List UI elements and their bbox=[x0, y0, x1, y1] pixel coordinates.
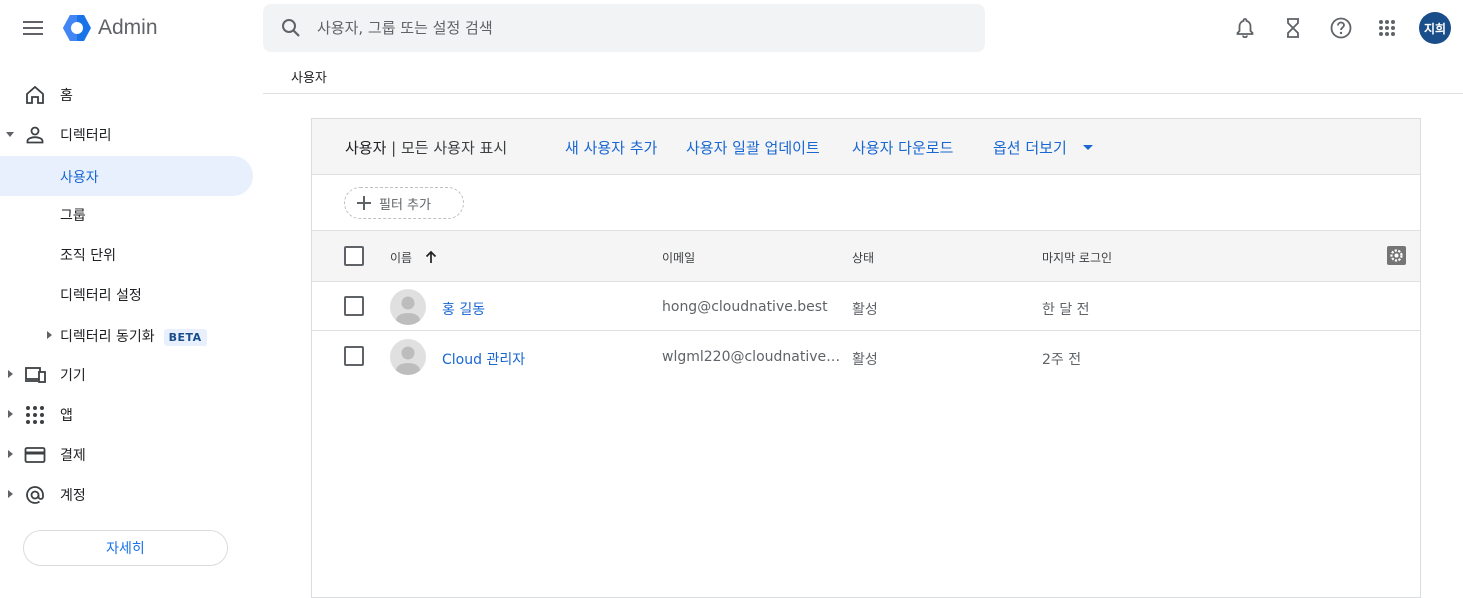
help-icon[interactable] bbox=[1321, 8, 1361, 48]
caret-right-icon[interactable] bbox=[44, 330, 54, 340]
apps-grid-icon[interactable] bbox=[1367, 8, 1407, 48]
sidebar-item-label: 그룹 bbox=[60, 208, 86, 224]
arrow-up-icon[interactable] bbox=[424, 250, 438, 264]
download-users-link[interactable]: 사용자 다운로드 bbox=[852, 137, 953, 158]
sidebar-item-apps[interactable]: 앱 bbox=[0, 394, 253, 434]
sidebar-item-org-units[interactable]: 조직 단위 bbox=[0, 234, 253, 274]
sidebar-item-label: 디렉터리 동기화 BETA bbox=[60, 326, 207, 346]
hourglass-icon[interactable] bbox=[1273, 8, 1313, 48]
user-email: wlgml220@cloudnative.b... bbox=[662, 349, 842, 365]
caret-right-icon[interactable] bbox=[5, 449, 15, 459]
sidebar: 홈 디렉터리 사용자 그룹 조직 단위 디렉터리 설정 디렉터리 동기화 BETA… bbox=[0, 56, 262, 585]
bulk-update-link[interactable]: 사용자 일괄 업데이트 bbox=[686, 137, 820, 158]
users-card: 사용자 | 모든 사용자 표시 새 사용자 추가 사용자 일괄 업데이트 사용자… bbox=[311, 118, 1421, 598]
sidebar-item-label: 계정 bbox=[60, 488, 86, 504]
more-options-link[interactable]: 옵션 더보기 bbox=[993, 137, 1067, 158]
caret-right-icon[interactable] bbox=[5, 489, 15, 499]
avatar bbox=[390, 289, 426, 325]
search-bar[interactable] bbox=[263, 4, 985, 52]
admin-logo[interactable]: Admin bbox=[62, 14, 158, 42]
chevron-down-icon[interactable] bbox=[1082, 141, 1094, 153]
user-last-login: 한 달 전 bbox=[1042, 302, 1090, 318]
apps-icon bbox=[26, 406, 44, 424]
card-subtitle: 모든 사용자 표시 bbox=[401, 139, 508, 157]
gear-icon[interactable] bbox=[1387, 246, 1406, 265]
sidebar-item-label: 기기 bbox=[60, 368, 86, 384]
credit-card-icon bbox=[24, 447, 46, 463]
user-status: 활성 bbox=[852, 302, 878, 318]
card-title: 사용자 | 모든 사용자 표시 bbox=[345, 137, 507, 158]
sidebar-item-label: 조직 단위 bbox=[60, 248, 116, 264]
sidebar-item-directory[interactable]: 디렉터리 bbox=[0, 114, 253, 154]
sidebar-item-groups[interactable]: 그룹 bbox=[0, 194, 253, 234]
table-row[interactable]: Cloud 관리자 wlgml220@cloudnative.b... 활성 2… bbox=[312, 332, 1420, 381]
table-row[interactable]: 홍 길동 hong@cloudnative.best 활성 한 달 전 bbox=[312, 282, 1420, 331]
breadcrumb-current: 사용자 bbox=[291, 71, 327, 86]
top-bar: Admin 지희 bbox=[0, 0, 1463, 56]
row-checkbox[interactable] bbox=[344, 296, 364, 316]
person-icon bbox=[26, 126, 44, 144]
filter-row: 필터 추가 bbox=[312, 175, 1420, 231]
caret-right-icon[interactable] bbox=[5, 369, 15, 379]
column-header-email[interactable]: 이메일 bbox=[662, 249, 695, 266]
sidebar-item-label: 홈 bbox=[60, 88, 73, 104]
user-name-link[interactable]: 홍 길동 bbox=[442, 299, 485, 319]
column-header-last-login[interactable]: 마지막 로그인 bbox=[1042, 249, 1112, 266]
add-user-link[interactable]: 새 사용자 추가 bbox=[565, 137, 657, 158]
devices-icon bbox=[25, 367, 46, 383]
select-all-checkbox[interactable] bbox=[344, 246, 364, 266]
user-email: hong@cloudnative.best bbox=[662, 299, 828, 315]
at-icon bbox=[26, 486, 44, 504]
card-header: 사용자 | 모든 사용자 표시 새 사용자 추가 사용자 일괄 업데이트 사용자… bbox=[312, 119, 1420, 175]
table-header: 이름 이메일 상태 마지막 로그인 bbox=[312, 231, 1420, 282]
column-header-status[interactable]: 상태 bbox=[852, 249, 874, 266]
caret-right-icon[interactable] bbox=[5, 409, 15, 419]
sidebar-item-label: 디렉터리 설정 bbox=[60, 288, 142, 304]
admin-logo-icon bbox=[63, 15, 91, 41]
plus-icon bbox=[357, 196, 371, 210]
search-icon[interactable] bbox=[281, 18, 301, 38]
sidebar-item-label: 디렉터리 bbox=[60, 128, 112, 144]
bell-icon[interactable] bbox=[1225, 8, 1265, 48]
sidebar-item-home[interactable]: 홈 bbox=[0, 74, 253, 114]
menu-icon[interactable] bbox=[13, 8, 53, 48]
sidebar-item-directory-sync[interactable]: 디렉터리 동기화 BETA bbox=[0, 315, 253, 355]
card-title-separator: | bbox=[386, 139, 401, 157]
user-name-link[interactable]: Cloud 관리자 bbox=[442, 349, 525, 369]
details-button[interactable]: 자세히 bbox=[23, 530, 228, 566]
card-title-main: 사용자 bbox=[345, 139, 387, 157]
beta-badge: BETA bbox=[163, 329, 207, 346]
row-checkbox[interactable] bbox=[344, 346, 364, 366]
sidebar-item-label: 사용자 bbox=[60, 170, 99, 186]
sidebar-item-directory-settings[interactable]: 디렉터리 설정 bbox=[0, 274, 253, 314]
sidebar-item-users[interactable]: 사용자 bbox=[0, 156, 253, 196]
account-avatar[interactable]: 지희 bbox=[1419, 12, 1451, 44]
user-status: 활성 bbox=[852, 352, 878, 368]
sidebar-item-devices[interactable]: 기기 bbox=[0, 354, 253, 394]
add-filter-button[interactable]: 필터 추가 bbox=[344, 187, 464, 219]
home-icon bbox=[26, 85, 44, 104]
column-header-name[interactable]: 이름 bbox=[390, 249, 412, 266]
sidebar-item-label: 앱 bbox=[60, 408, 73, 424]
user-last-login: 2주 전 bbox=[1042, 352, 1082, 368]
sidebar-item-label: 결제 bbox=[60, 448, 86, 464]
sidebar-item-account[interactable]: 계정 bbox=[0, 474, 253, 514]
breadcrumb: 사용자 bbox=[263, 56, 1463, 94]
app-name: Admin bbox=[98, 16, 158, 39]
avatar bbox=[390, 339, 426, 375]
caret-down-icon[interactable] bbox=[5, 129, 15, 139]
search-input[interactable] bbox=[317, 19, 917, 37]
sidebar-item-text: 디렉터리 동기화 bbox=[60, 329, 155, 345]
sidebar-item-billing[interactable]: 결제 bbox=[0, 434, 253, 474]
add-filter-label: 필터 추가 bbox=[379, 197, 431, 213]
